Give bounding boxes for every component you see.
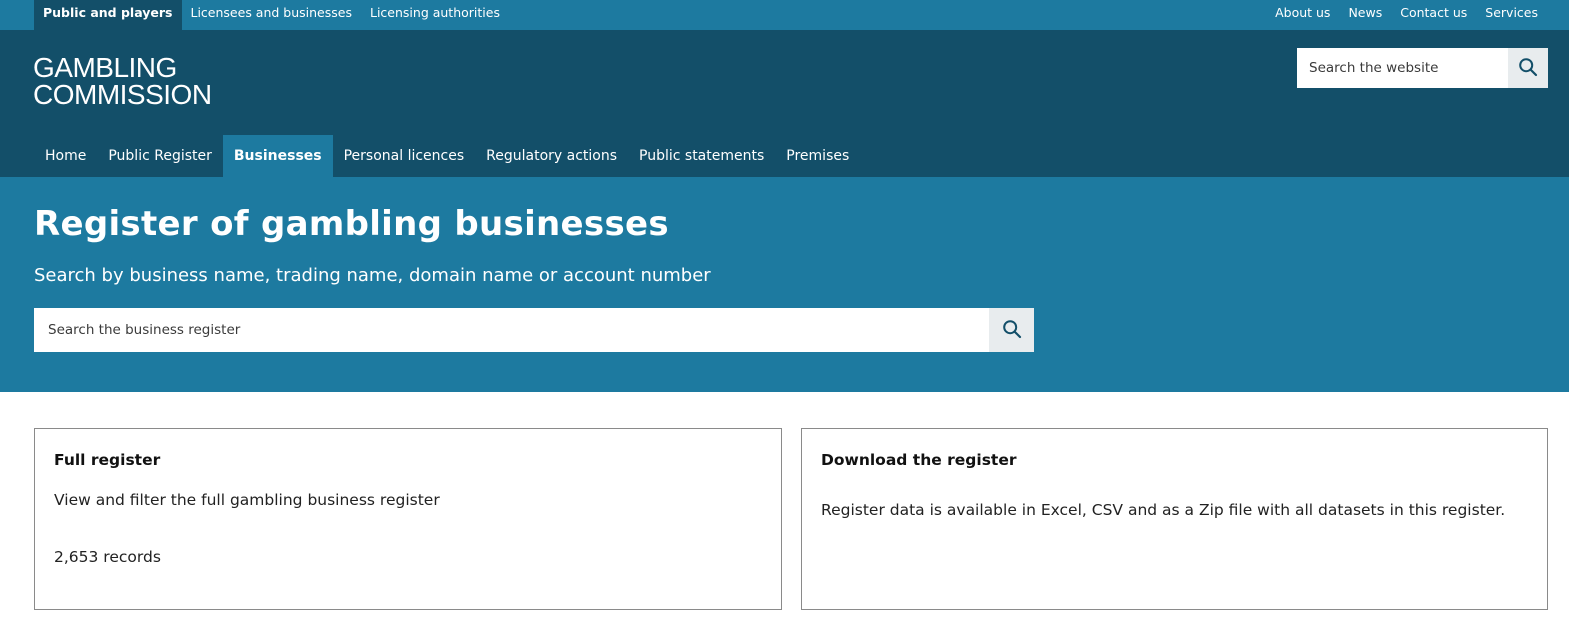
site-search-button[interactable] xyxy=(1508,48,1548,88)
logo-line-2: COMMISSION xyxy=(33,79,212,110)
gambling-commission-logo[interactable]: GAMBLING COMMISSION xyxy=(33,52,212,110)
nav-public-register[interactable]: Public Register xyxy=(97,135,223,177)
download-register-card[interactable]: Download the register Register data is a… xyxy=(801,428,1548,610)
audience-tabs: Public and players Licensees and busines… xyxy=(34,0,509,30)
nav-home[interactable]: Home xyxy=(34,135,97,177)
services-link[interactable]: Services xyxy=(1476,0,1547,30)
nav-personal-licences[interactable]: Personal licences xyxy=(333,135,476,177)
site-search xyxy=(1297,48,1548,88)
tab-licensees-and-businesses[interactable]: Licensees and businesses xyxy=(182,0,361,30)
hero-banner: Register of gambling businesses Search b… xyxy=(0,177,1569,392)
utility-links: About us News Contact us Services xyxy=(1266,0,1547,30)
card-title[interactable]: Full register xyxy=(54,451,160,469)
search-icon xyxy=(1002,319,1022,342)
news-link[interactable]: News xyxy=(1339,0,1391,30)
full-register-card[interactable]: Full register View and filter the full g… xyxy=(34,428,782,610)
card-description: View and filter the full gambling busine… xyxy=(54,491,440,509)
nav-public-statements[interactable]: Public statements xyxy=(628,135,775,177)
tab-licensing-authorities[interactable]: Licensing authorities xyxy=(361,0,509,30)
records-count: 2,653 records xyxy=(54,548,161,566)
search-icon xyxy=(1518,57,1538,80)
nav-premises[interactable]: Premises xyxy=(775,135,860,177)
contact-us-link[interactable]: Contact us xyxy=(1391,0,1476,30)
nav-regulatory-actions[interactable]: Regulatory actions xyxy=(475,135,628,177)
page-title: Register of gambling businesses xyxy=(34,204,669,244)
register-search-button[interactable] xyxy=(989,308,1034,352)
utility-bar: Public and players Licensees and busines… xyxy=(0,0,1569,30)
register-search xyxy=(34,308,1034,352)
logo-line-1: GAMBLING xyxy=(33,52,177,83)
card-description: Register data is available in Excel, CSV… xyxy=(821,501,1506,519)
site-search-input[interactable] xyxy=(1297,48,1508,88)
nav-businesses[interactable]: Businesses xyxy=(222,135,333,177)
register-search-input[interactable] xyxy=(34,308,989,352)
page-subtitle: Search by business name, trading name, d… xyxy=(34,265,711,286)
site-header: GAMBLING COMMISSION Home Public Register… xyxy=(0,30,1569,177)
main-navigation: Home Public Register Businesses Personal… xyxy=(34,135,860,177)
about-us-link[interactable]: About us xyxy=(1266,0,1339,30)
tab-public-and-players[interactable]: Public and players xyxy=(34,0,182,30)
card-title[interactable]: Download the register xyxy=(821,451,1017,469)
